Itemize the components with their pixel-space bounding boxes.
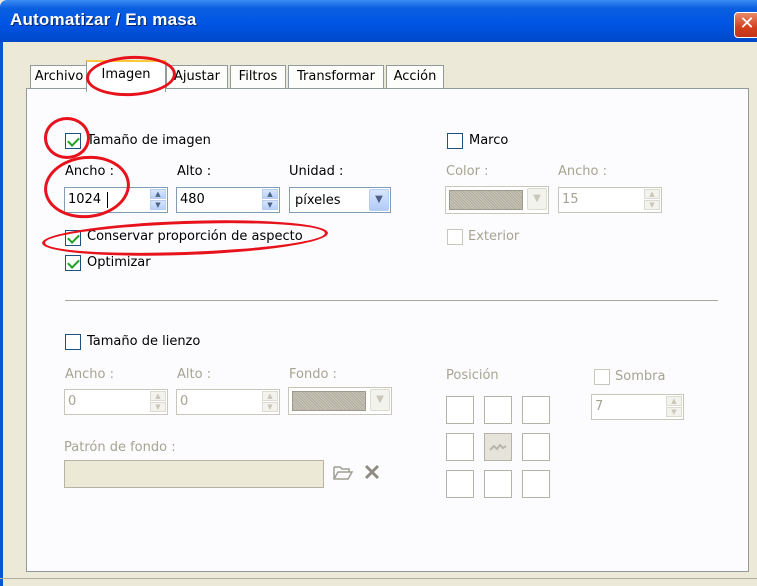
position-bottom-center[interactable] xyxy=(484,470,512,498)
color-swatch xyxy=(292,391,366,411)
position-top-center[interactable] xyxy=(484,396,512,424)
outer-label: Exterior xyxy=(468,229,520,244)
spin-down-icon[interactable]: ▼ xyxy=(644,200,660,210)
pattern-label: Patrón de fondo : xyxy=(64,440,176,455)
optimize-label: Optimizar xyxy=(87,255,151,270)
background-color-select[interactable]: ▼ xyxy=(288,387,392,415)
close-button[interactable]: ✕ xyxy=(734,12,757,38)
spin-down-icon[interactable]: ▼ xyxy=(150,200,166,210)
image-height-label: Alto : xyxy=(177,164,212,179)
position-middle-left[interactable] xyxy=(446,433,474,461)
chevron-down-icon[interactable]: ▼ xyxy=(527,188,547,210)
close-icon: ✕ xyxy=(739,13,755,34)
spin-up-icon[interactable]: ▲ xyxy=(150,189,166,199)
tab-transformar[interactable]: Transformar xyxy=(288,65,384,89)
canvas-width-input[interactable]: 0 ▲ ▼ xyxy=(64,389,168,415)
window-title: Automatizar / En masa xyxy=(10,10,197,29)
frame-color-select[interactable]: ▼ xyxy=(445,186,549,214)
shadow-label: Sombra xyxy=(615,369,666,384)
image-height-input[interactable]: 480 ▲ ▼ xyxy=(176,187,280,213)
background-label: Fondo : xyxy=(289,367,337,382)
canvas-size-label: Tamaño de lienzo xyxy=(87,334,201,349)
folder-open-icon[interactable] xyxy=(332,462,354,482)
position-top-left[interactable] xyxy=(446,396,474,424)
delete-x-icon[interactable] xyxy=(362,462,382,482)
canvas-height-label: Alto : xyxy=(177,367,212,382)
tab-filtros[interactable]: Filtros xyxy=(230,65,286,89)
canvas-height-input[interactable]: 0 ▲ ▼ xyxy=(176,389,280,415)
window-bottom-edge xyxy=(0,578,757,579)
spin-up-icon[interactable]: ▲ xyxy=(644,189,660,199)
spin-up-icon[interactable]: ▲ xyxy=(666,396,682,406)
frame-width-input[interactable]: 15 ▲ ▼ xyxy=(558,187,662,213)
outer-checkbox[interactable] xyxy=(447,229,463,245)
position-center[interactable] xyxy=(484,433,512,461)
unit-label: Unidad : xyxy=(289,164,344,179)
frame-color-label: Color : xyxy=(446,164,489,179)
color-swatch xyxy=(449,190,523,210)
window-frame-left xyxy=(0,42,3,586)
shadow-checkbox[interactable] xyxy=(594,369,610,385)
chevron-down-icon[interactable]: ▼ xyxy=(370,389,390,411)
frame-checkbox[interactable] xyxy=(447,133,463,149)
pattern-input[interactable] xyxy=(64,460,324,488)
spin-up-icon[interactable]: ▲ xyxy=(262,189,278,199)
spin-down-icon[interactable]: ▼ xyxy=(262,200,278,210)
title-bar[interactable]: Automatizar / En masa ✕ xyxy=(0,0,757,42)
optimize-checkbox[interactable] xyxy=(65,255,81,271)
spin-down-icon[interactable]: ▼ xyxy=(262,402,278,412)
shadow-input[interactable]: 7 ▲ ▼ xyxy=(591,394,684,420)
tab-archivo[interactable]: Archivo xyxy=(30,65,88,89)
canvas-width-label: Ancho : xyxy=(65,367,114,382)
spin-up-icon[interactable]: ▲ xyxy=(262,391,278,401)
position-middle-right[interactable] xyxy=(522,433,550,461)
spin-down-icon[interactable]: ▼ xyxy=(666,407,682,417)
section-divider xyxy=(65,300,718,304)
unit-select[interactable]: píxeles ▼ xyxy=(289,187,391,213)
position-top-right[interactable] xyxy=(522,396,550,424)
annotation-circle-checkbox xyxy=(44,117,90,159)
frame-width-label: Ancho : xyxy=(558,164,607,179)
position-bottom-left[interactable] xyxy=(446,470,474,498)
checkmark-icon xyxy=(67,256,80,269)
spin-up-icon[interactable]: ▲ xyxy=(150,391,166,401)
position-bottom-right[interactable] xyxy=(522,470,550,498)
frame-label: Marco xyxy=(469,133,509,148)
position-label: Posición xyxy=(446,368,499,383)
canvas-size-checkbox[interactable] xyxy=(65,334,81,350)
image-size-label: Tamaño de imagen xyxy=(87,133,211,148)
chevron-down-icon[interactable]: ▼ xyxy=(369,189,389,211)
tab-panel-imagen xyxy=(26,88,749,572)
image-thumbnail-icon xyxy=(489,443,507,451)
tab-accion[interactable]: Acción xyxy=(386,65,444,89)
spin-down-icon[interactable]: ▼ xyxy=(150,402,166,412)
